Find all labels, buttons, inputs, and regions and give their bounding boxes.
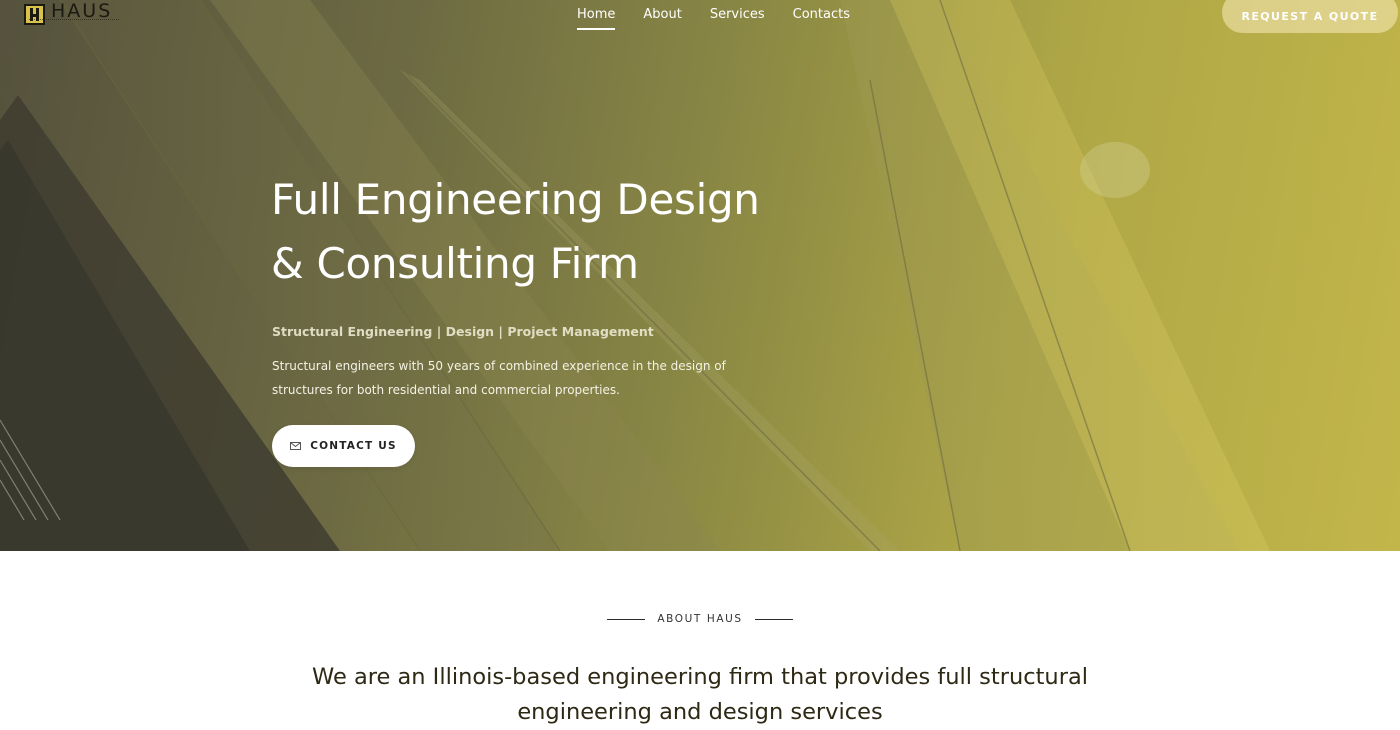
nav-link-services[interactable]: Services bbox=[710, 7, 765, 30]
about-section-label: ABOUT HAUS bbox=[0, 613, 1400, 625]
hero-description: Structural engineers with 50 years of co… bbox=[272, 359, 726, 397]
hero-title-line-2: & Consulting Firm bbox=[271, 239, 639, 288]
logo-mark-icon bbox=[24, 4, 45, 25]
contact-us-button[interactable]: CONTACT US bbox=[272, 425, 415, 467]
hero-title: Full Engineering Design & Consulting Fir… bbox=[271, 168, 831, 296]
nav-link-about[interactable]: About bbox=[643, 7, 681, 30]
hero-title-line-1: Full Engineering Design bbox=[271, 175, 760, 224]
envelope-icon bbox=[290, 442, 302, 450]
request-quote-button[interactable]: REQUEST A QUOTE bbox=[1222, 0, 1398, 33]
main-nav: Home About Services Contacts bbox=[577, 7, 878, 30]
hero-subtitle: Structural Engineering | Design | Projec… bbox=[272, 324, 654, 339]
hero-section: HAUS Home About Services Contacts REQUES… bbox=[0, 0, 1400, 551]
divider-right bbox=[754, 618, 793, 620]
about-label-text: ABOUT HAUS bbox=[657, 613, 743, 625]
contact-us-label: CONTACT US bbox=[310, 440, 397, 452]
about-heading: We are an Illinois-based engineering fir… bbox=[312, 664, 1088, 725]
nav-link-contacts[interactable]: Contacts bbox=[793, 7, 850, 30]
nav-link-home[interactable]: Home bbox=[577, 7, 616, 30]
logo-tagline bbox=[29, 19, 119, 21]
brand-logo[interactable]: HAUS bbox=[24, 0, 112, 28]
divider-left bbox=[607, 618, 646, 620]
